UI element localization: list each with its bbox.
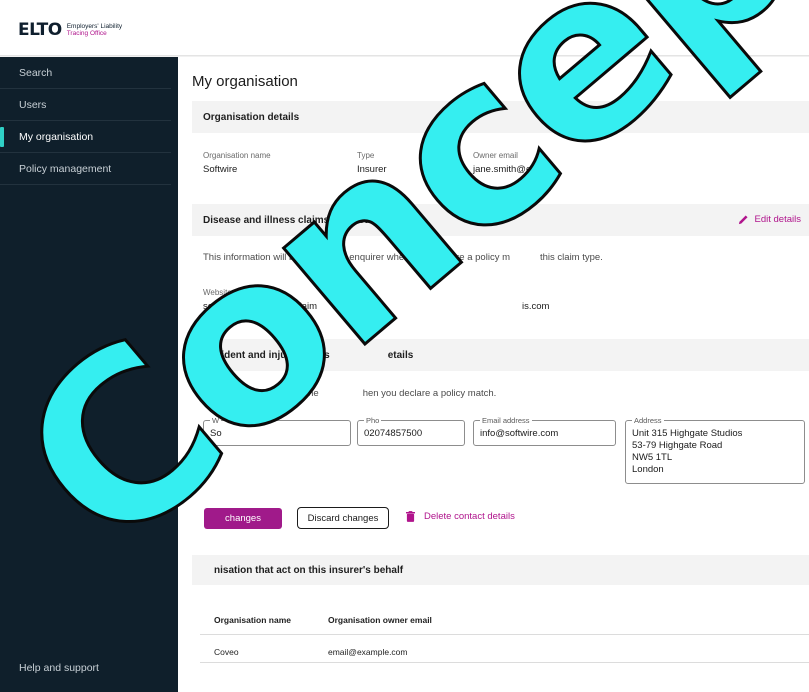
card-heading-text: Accident and injury claims — [203, 349, 330, 361]
disease-website-field: Website softwire.com/disease-claim — [203, 288, 317, 312]
input-value: info@softwire.com — [480, 428, 559, 439]
help-and-support-link[interactable]: Help and support — [19, 662, 99, 674]
field-label: Owner email — [473, 151, 518, 160]
table-cell-owner-email: email@example.com — [328, 647, 408, 657]
card-heading: Accident and injury claims etails — [192, 339, 809, 371]
address-line: 53-79 Highgate Road — [632, 440, 723, 451]
input-legend: Address — [632, 416, 664, 425]
address-line: London — [632, 464, 664, 475]
input-legend: W — [210, 416, 222, 425]
field-label: Type — [357, 151, 375, 160]
accident-email-input[interactable]: Email address info@softwire.com — [473, 416, 616, 446]
owner-email-field: Owner email jane.smith@e — [473, 151, 531, 175]
discard-changes-button[interactable]: Discard changes — [297, 507, 389, 529]
input-legend: Pho — [364, 416, 382, 425]
pencil-icon — [738, 215, 748, 225]
edit-details-link[interactable]: Edit details — [738, 214, 801, 225]
sidebar: Search Users My organisation Policy mana… — [0, 57, 178, 692]
sidebar-item-policy-management[interactable]: Policy management — [0, 153, 171, 185]
disease-contact-card: Disease and illness claims contact detai… — [192, 204, 809, 332]
edit-details-label: Edit details — [754, 214, 801, 225]
card-heading: Disease and illness claims contact detai… — [192, 204, 809, 236]
elto-logo[interactable]: ELTO Employers' Liability Tracing Office — [18, 20, 122, 40]
sidebar-item-search[interactable]: Search — [0, 57, 171, 89]
logo-line-2: Tracing Office — [66, 30, 107, 37]
accident-website-input[interactable]: W So — [203, 416, 351, 446]
page-title: My organisation — [192, 73, 298, 90]
field-value: Insurer — [357, 164, 387, 175]
disease-email-field: is.com — [522, 301, 549, 312]
address-line: NW5 1TL — [632, 452, 673, 463]
top-bar: ELTO Employers' Liability Tracing Office — [0, 0, 809, 56]
field-label: Website — [203, 288, 232, 297]
logo-line-1: Employers' Liability — [66, 23, 123, 30]
org-name-field: Organisation name Softwire — [203, 151, 271, 175]
card-heading-tail: etails — [387, 349, 414, 361]
field-value: Softwire — [203, 164, 238, 175]
card-heading: Organisation details — [192, 101, 809, 133]
save-changes-button[interactable]: changes — [204, 508, 282, 529]
address-line: Unit 315 Highgate Studios — [632, 428, 743, 439]
card-heading: nisation that act on this insurer's beha… — [192, 555, 809, 585]
accident-address-input[interactable]: Address Unit 315 Highgate Studios 53-79 … — [625, 416, 805, 484]
delete-label: Delete contact details — [424, 511, 515, 522]
input-value: 02074857500 — [364, 428, 423, 439]
organisation-details-card: Organisation details Organisation name S… — [192, 101, 809, 195]
accident-phone-input[interactable]: Pho 02074857500 — [357, 416, 465, 446]
field-value: jane.smith@e — [473, 164, 532, 175]
field-label: Organisation name — [203, 151, 271, 160]
logo-text: Employers' Liability Tracing Office — [67, 23, 122, 37]
table-divider — [200, 634, 809, 635]
table-cell-org-name: Coveo — [214, 647, 239, 657]
field-value: softwire.com/disease-claim — [203, 301, 318, 312]
field-value: is.com — [522, 301, 550, 312]
main-content: My organisation Organisation details Org… — [178, 57, 809, 692]
column-header-org-name: Organisation name — [214, 615, 291, 625]
sidebar-item-my-organisation[interactable]: My organisation — [0, 121, 171, 153]
disease-info-text: This information will be sent to the enq… — [203, 252, 603, 263]
input-value: So — [210, 428, 222, 439]
input-legend: Email address — [480, 416, 532, 425]
org-type-field: Type Insurer — [357, 151, 387, 175]
column-header-owner-email: Organisation owner email — [328, 615, 432, 625]
logo-mark: ELTO — [18, 20, 62, 40]
delete-contact-details-button[interactable]: Delete contact details — [406, 511, 515, 522]
trash-icon — [406, 511, 415, 522]
table-divider — [200, 662, 809, 663]
card-heading-text: Disease and illness claims contact detai… — [203, 214, 402, 226]
sidebar-item-users[interactable]: Users — [0, 89, 171, 121]
accident-info-text: This info to the hen you declare a policy … — [203, 388, 497, 399]
